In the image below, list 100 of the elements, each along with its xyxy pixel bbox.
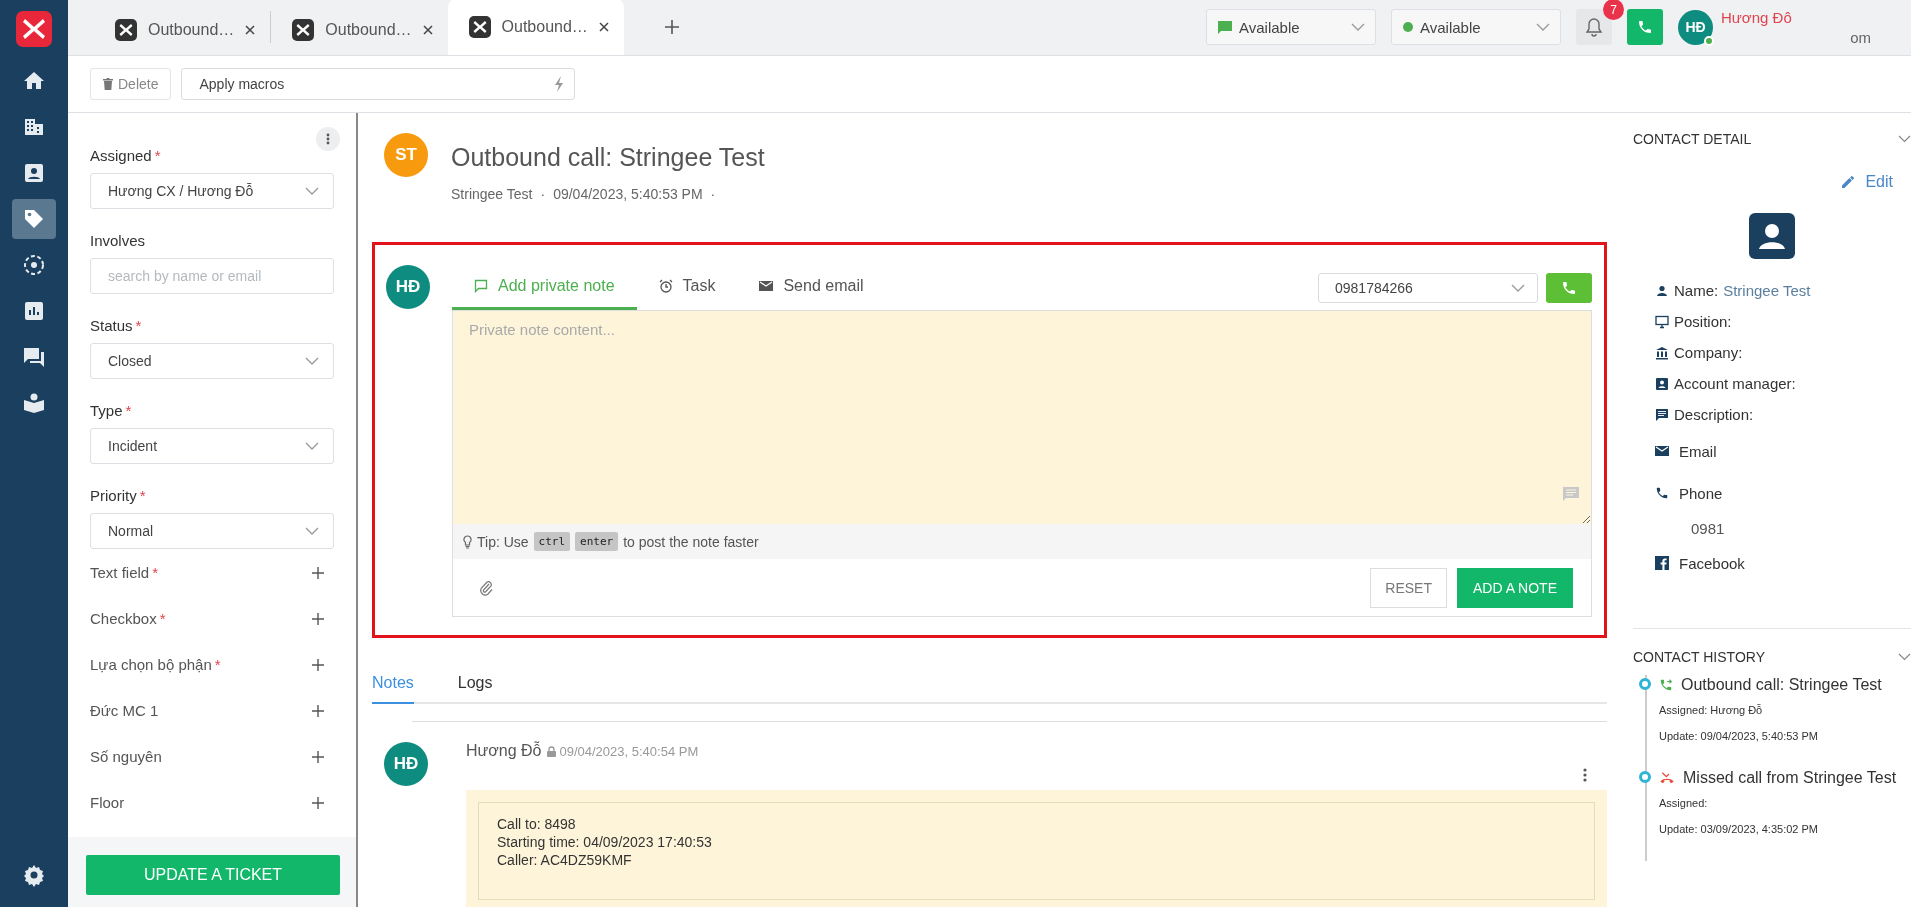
required-mark: * (125, 402, 132, 419)
select-field[interactable]: Normal (90, 513, 334, 549)
macros-field[interactable]: Apply macros (181, 68, 576, 100)
ticket-time: 09/04/2023, 5:40:53 PM (553, 186, 703, 202)
select-field[interactable]: Closed (90, 343, 334, 379)
field-label: Đức MC 1 (90, 701, 159, 719)
note-line: Caller: AC4DZ59KMF (497, 851, 633, 869)
chevron-down-icon[interactable] (1898, 135, 1911, 143)
outgoing-call-icon (1659, 678, 1673, 692)
tab[interactable]: Outbound… (271, 5, 448, 55)
contact-label: Description: (1674, 406, 1754, 423)
reader-icon (22, 391, 46, 415)
contact-label: Facebook (1679, 554, 1745, 572)
field-label: Checkbox (90, 609, 157, 627)
timeline-dot (1639, 678, 1651, 690)
monitor-icon (1655, 314, 1669, 329)
chevron-down-icon (1511, 283, 1525, 292)
note-author: Hương Đỗ (466, 742, 542, 760)
close-icon[interactable] (244, 24, 257, 36)
user-name: Hương Đô (1721, 8, 1793, 26)
contact-card-icon (1655, 376, 1669, 391)
chevron-down-icon (305, 357, 319, 365)
composer-tab[interactable]: Send email (737, 265, 886, 310)
edit-link[interactable]: Edit (1865, 173, 1893, 191)
tab[interactable]: Logs (457, 668, 493, 704)
history-assigned: Assigned: Hương Đỗ (1659, 704, 1764, 716)
history-title[interactable]: Outbound call: Stringee Test (1659, 675, 1911, 694)
chevron-down-icon (305, 187, 319, 195)
notification-button[interactable] (1576, 9, 1612, 45)
section-title: CONTACT HISTORY (1633, 649, 1765, 665)
contact-name: Stringee Test (1723, 282, 1811, 299)
required-mark: * (152, 563, 159, 581)
field-label: Text field (90, 563, 150, 581)
required-mark: * (135, 317, 142, 334)
missed-call-icon (1659, 771, 1675, 785)
pencil-icon (1841, 175, 1856, 189)
comment-icon (474, 279, 488, 293)
call-button[interactable] (1546, 272, 1592, 303)
more-icon[interactable] (1583, 768, 1587, 782)
chevron-down-icon[interactable] (1898, 653, 1911, 661)
bank-icon (1655, 345, 1669, 360)
close-icon[interactable] (421, 24, 434, 36)
call-button[interactable] (1627, 9, 1663, 45)
section-title: CONTACT DETAIL (1633, 131, 1752, 147)
phone-select[interactable]: 0981784266 (1318, 272, 1538, 303)
phone-icon (1561, 279, 1577, 296)
mail-icon (759, 280, 774, 292)
history-title[interactable]: Missed call from Stringee Test (1659, 768, 1911, 787)
composer-tab[interactable]: Task (636, 265, 738, 310)
field-label: Floor (90, 793, 125, 811)
chat-icon (22, 345, 46, 369)
alarm-clock-icon (658, 279, 673, 293)
logo-icon[interactable] (14, 9, 54, 49)
notification-count: 7 (1603, 0, 1624, 20)
contact-label: Account manager: (1674, 375, 1796, 392)
user-email: om (1849, 27, 1871, 46)
chevron-down-icon (305, 527, 319, 535)
settings-icon (22, 863, 46, 887)
separator-dot: · (710, 186, 716, 202)
tip-text: Tip: Use (477, 533, 529, 550)
phone-icon (1637, 19, 1653, 35)
note-input[interactable]: Private note content... (453, 311, 1591, 524)
tab[interactable]: Outbound… (94, 5, 271, 55)
person-icon (1655, 283, 1669, 298)
chevron-down-icon (1536, 23, 1550, 31)
lightning-icon (554, 76, 565, 92)
comment-icon (1655, 407, 1669, 422)
chat-status-select[interactable]: Available (1206, 9, 1376, 45)
bell-icon (1585, 17, 1603, 37)
comment-icon (1563, 487, 1579, 502)
history-update: Update: 09/04/2023, 5:40:53 PM (1659, 730, 1819, 742)
select-field[interactable]: Hương CX / Hương Đỗ (90, 173, 334, 209)
trash-icon (103, 78, 113, 90)
status-dot-icon (1402, 21, 1414, 33)
required-mark: * (159, 609, 166, 627)
required-mark: * (154, 147, 161, 164)
close-icon[interactable] (597, 21, 610, 33)
contact-label: Company: (1674, 344, 1743, 361)
note-line: Call to: 8498 (497, 815, 577, 833)
timeline-dot (1639, 771, 1651, 783)
tab-title: Outbound… (148, 21, 235, 39)
nav-item[interactable] (12, 199, 56, 239)
history-update: Update: 03/09/2023, 4:35:02 PM (1659, 823, 1819, 835)
select-field[interactable]: Incident (90, 428, 334, 464)
field-label: Type (90, 402, 123, 419)
more-icon[interactable] (316, 127, 340, 151)
user-avatar[interactable]: HĐ (1678, 9, 1713, 45)
tab-title: Outbound… (325, 21, 412, 39)
tab-title: Outbound… (501, 18, 588, 36)
reset-button[interactable]: RESET (1370, 567, 1447, 608)
required-mark: * (139, 487, 146, 504)
call-status-select[interactable]: Available (1391, 9, 1561, 45)
contact-label: Position: (1674, 313, 1732, 330)
contact-label: Phone (1679, 484, 1723, 502)
chevron-down-icon (1351, 23, 1365, 31)
chevron-down-icon (305, 442, 319, 450)
tab[interactable]: Outbound… (447, 0, 624, 55)
delete-button[interactable]: Delete (90, 68, 172, 100)
paperclip-icon[interactable] (479, 579, 493, 596)
contact-phone: 0981 (1691, 519, 1725, 537)
